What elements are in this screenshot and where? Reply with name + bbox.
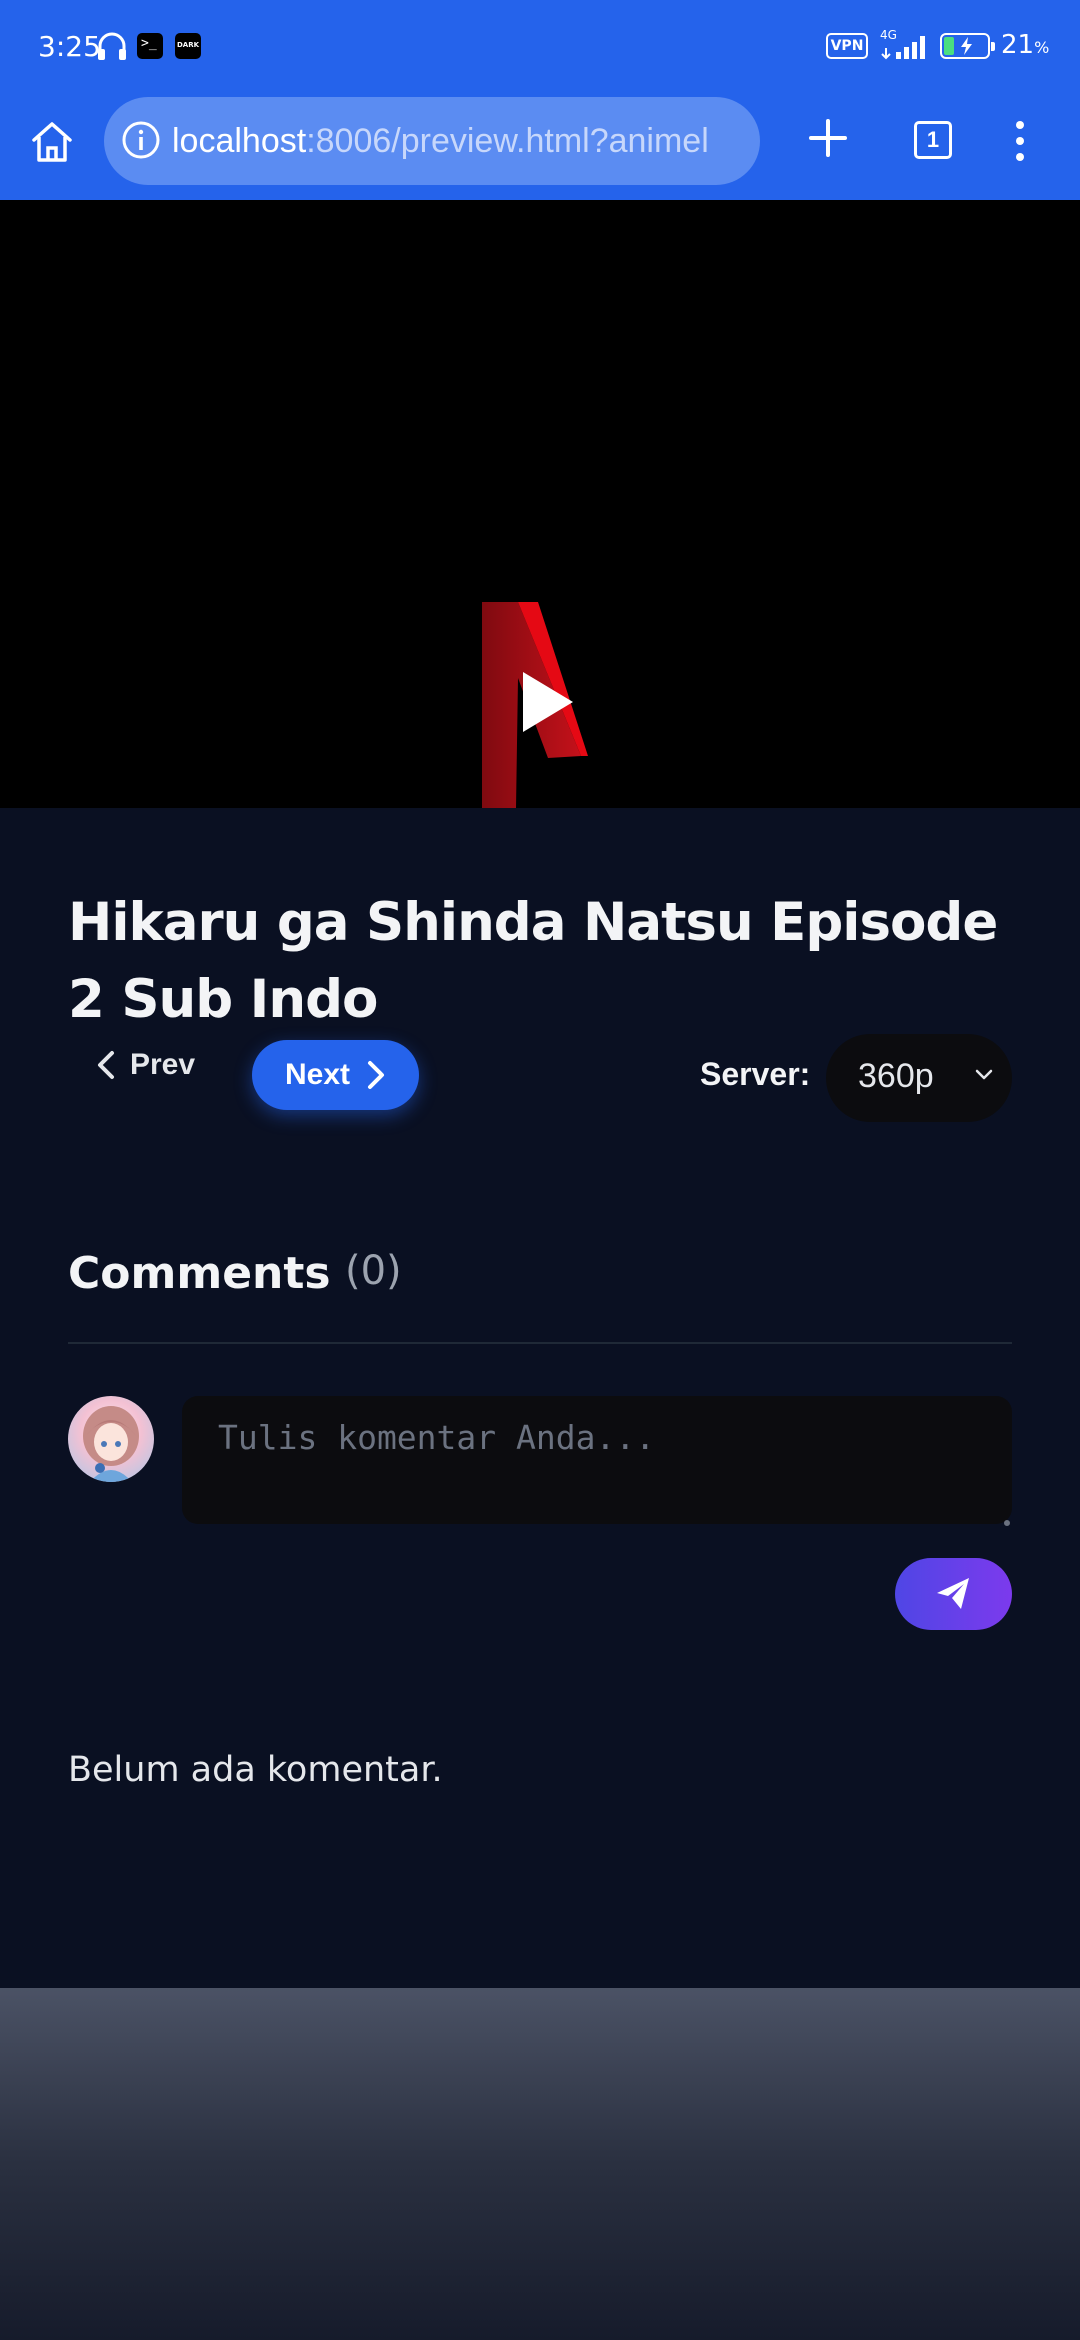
send-comment-button[interactable]: [895, 1558, 1012, 1630]
new-tab-icon[interactable]: [808, 118, 848, 158]
browser-chrome: 3:25 VPN 4G 21%: [0, 0, 1080, 200]
url-text[interactable]: localhost:8006/preview.html?animel: [172, 122, 747, 161]
next-label: Next: [284, 1058, 351, 1091]
episode-title: Hikaru ga Shinda Natsu Episode 2 Sub Ind…: [68, 892, 998, 1030]
server-value: 360p: [858, 1057, 934, 1095]
chevron-left-icon: [98, 1051, 114, 1079]
url-bar[interactable]: localhost:8006/preview.html?animel: [104, 97, 760, 185]
send-icon: [937, 1578, 969, 1609]
avatar: [68, 1396, 154, 1482]
empty-comments-message: Belum ada komentar.: [68, 1750, 443, 1790]
vpn-badge: VPN: [826, 33, 868, 59]
headset-icon: [98, 32, 126, 60]
signal-icon: [881, 36, 925, 60]
next-episode-button[interactable]: Next: [252, 1040, 419, 1110]
comments-title: Comments: [68, 1248, 331, 1299]
server-select[interactable]: 360p: [826, 1034, 1012, 1122]
comment-input[interactable]: [182, 1396, 1012, 1524]
page-footer-background: [0, 1988, 1080, 2340]
status-bar: 3:25 VPN 4G 21%: [0, 0, 1080, 95]
video-player[interactable]: [0, 200, 1080, 808]
episode-content: Hikaru ga Shinda Natsu Episode 2 Sub Ind…: [0, 808, 1080, 1988]
tab-switcher-button[interactable]: 1: [914, 121, 952, 159]
prev-label: Prev: [130, 1048, 196, 1081]
play-icon[interactable]: [519, 670, 575, 734]
textarea-resize-handle[interactable]: [1004, 1520, 1010, 1526]
more-menu-icon[interactable]: [1010, 120, 1030, 162]
status-time: 3:25: [38, 30, 101, 63]
terminal-app-icon: [137, 33, 163, 59]
dark-mode-app-icon: [175, 33, 201, 59]
home-icon[interactable]: [28, 118, 76, 166]
battery-icon: [940, 33, 995, 59]
comments-count: (0): [345, 1248, 402, 1294]
battery-percent: 21%: [1001, 30, 1050, 60]
chevron-right-icon: [368, 1061, 385, 1089]
info-icon[interactable]: [120, 119, 162, 161]
prev-episode-button[interactable]: Prev: [96, 1040, 195, 1090]
divider: [68, 1342, 1012, 1344]
chevron-down-icon: [975, 1069, 993, 1080]
server-label: Server:: [700, 1056, 811, 1092]
